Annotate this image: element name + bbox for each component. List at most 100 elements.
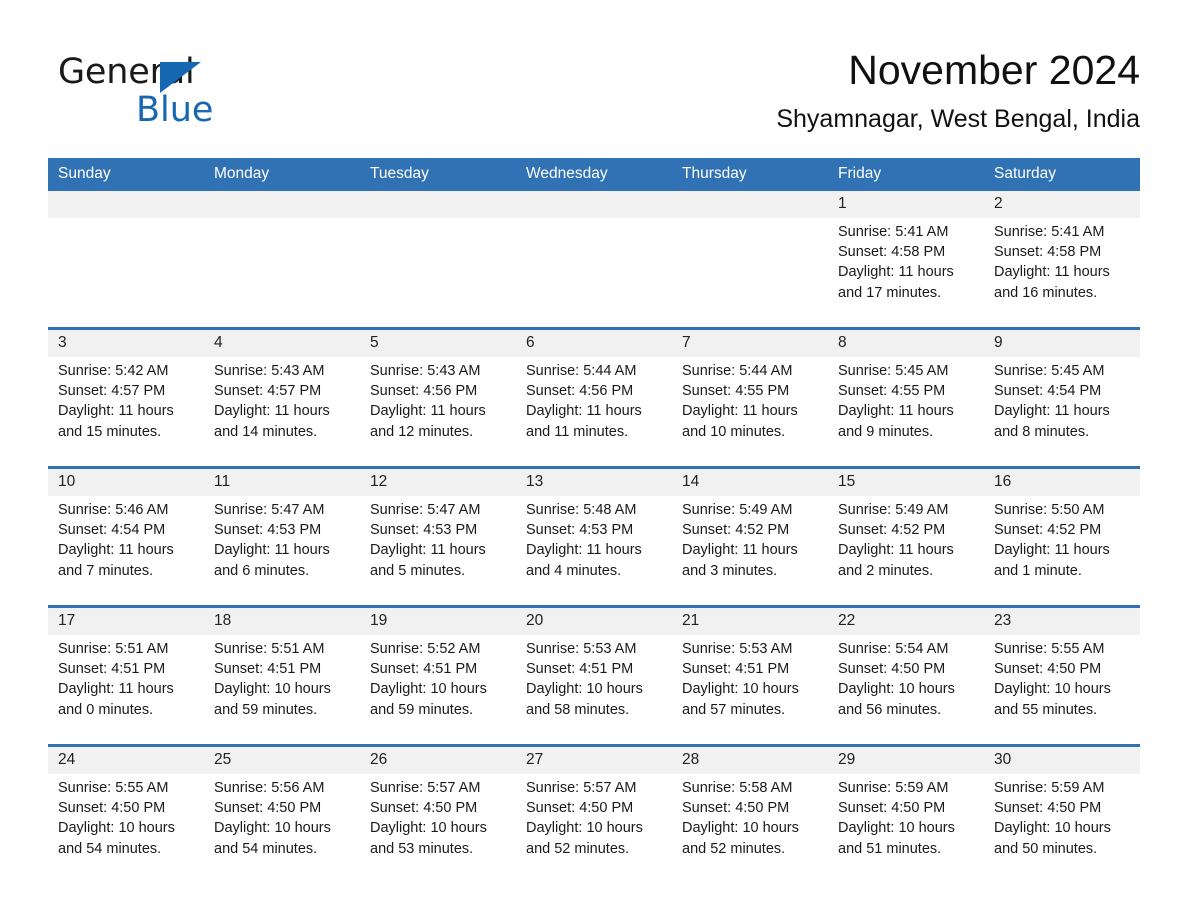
day-cell[interactable]: Sunrise: 5:48 AM Sunset: 4:53 PM Dayligh… [516, 496, 672, 608]
daylight-line-2: and 2 minutes. [838, 562, 934, 579]
day-cell[interactable]: Sunrise: 5:57 AM Sunset: 4:50 PM Dayligh… [516, 774, 672, 883]
daylight-line-2: and 4 minutes. [526, 562, 622, 579]
daylight-line-2: and 7 minutes. [58, 562, 154, 579]
sunrise-line: Sunrise: 5:43 AM [214, 363, 325, 379]
sunset-line: Sunset: 4:52 PM [994, 522, 1102, 539]
day-cell[interactable]: Sunrise: 5:53 AM Sunset: 4:51 PM Dayligh… [516, 635, 672, 747]
sunset-line: Sunset: 4:50 PM [526, 800, 634, 817]
day-cell[interactable]: Sunrise: 5:45 AM Sunset: 4:55 PM Dayligh… [828, 357, 984, 469]
day-number: 21 [672, 606, 828, 635]
day-cell[interactable]: Sunrise: 5:49 AM Sunset: 4:52 PM Dayligh… [672, 496, 828, 608]
day-cell[interactable]: Sunrise: 5:44 AM Sunset: 4:56 PM Dayligh… [516, 357, 672, 469]
day-cell[interactable]: Sunrise: 5:42 AM Sunset: 4:57 PM Dayligh… [48, 357, 204, 469]
day-cell[interactable]: Sunrise: 5:53 AM Sunset: 4:51 PM Dayligh… [672, 635, 828, 747]
sunset-line: Sunset: 4:51 PM [682, 661, 790, 678]
day-cell[interactable] [516, 218, 672, 330]
daylight-line-1: Daylight: 10 hours [58, 820, 175, 837]
sunset-line: Sunset: 4:54 PM [58, 522, 166, 539]
sunset-line: Sunset: 4:57 PM [58, 383, 166, 400]
sunrise-line: Sunrise: 5:45 AM [994, 363, 1105, 379]
daylight-line-1: Daylight: 11 hours [370, 542, 486, 559]
daylight-line-2: and 3 minutes. [682, 562, 778, 579]
day-number: 20 [516, 606, 672, 635]
sunrise-line: Sunrise: 5:59 AM [838, 780, 949, 796]
daylight-line-2: and 15 minutes. [58, 423, 162, 440]
sunrise-line: Sunrise: 5:58 AM [682, 780, 793, 796]
day-cell[interactable]: Sunrise: 5:50 AM Sunset: 4:52 PM Dayligh… [984, 496, 1140, 608]
sunset-line: Sunset: 4:51 PM [214, 661, 322, 678]
daylight-line-1: Daylight: 11 hours [370, 403, 486, 420]
sunrise-line: Sunrise: 5:50 AM [994, 502, 1105, 518]
calendar-table: Sunday Monday Tuesday Wednesday Thursday… [48, 158, 1140, 883]
daylight-line-2: and 11 minutes. [526, 423, 629, 440]
daylight-line-1: Daylight: 10 hours [994, 820, 1111, 837]
day-cell[interactable]: Sunrise: 5:54 AM Sunset: 4:50 PM Dayligh… [828, 635, 984, 747]
day-number: 12 [360, 467, 516, 496]
sunrise-line: Sunrise: 5:48 AM [526, 502, 637, 518]
daylight-line-2: and 59 minutes. [370, 701, 474, 718]
day-cell[interactable]: Sunrise: 5:41 AM Sunset: 4:58 PM Dayligh… [828, 218, 984, 330]
day-number [516, 191, 672, 218]
day-cell[interactable]: Sunrise: 5:49 AM Sunset: 4:52 PM Dayligh… [828, 496, 984, 608]
day-cell[interactable]: Sunrise: 5:47 AM Sunset: 4:53 PM Dayligh… [204, 496, 360, 608]
day-cell[interactable]: Sunrise: 5:55 AM Sunset: 4:50 PM Dayligh… [48, 774, 204, 883]
location-subtitle: Shyamnagar, West Bengal, India [776, 105, 1140, 133]
day-number: 23 [984, 606, 1140, 635]
daylight-line-1: Daylight: 10 hours [370, 681, 487, 698]
weekday-header-sunday: Sunday [48, 158, 204, 191]
sunrise-line: Sunrise: 5:43 AM [370, 363, 481, 379]
daylight-line-1: Daylight: 11 hours [994, 264, 1110, 281]
day-cell[interactable]: Sunrise: 5:46 AM Sunset: 4:54 PM Dayligh… [48, 496, 204, 608]
day-cell[interactable]: Sunrise: 5:57 AM Sunset: 4:50 PM Dayligh… [360, 774, 516, 883]
day-number: 13 [516, 467, 672, 496]
day-number [672, 191, 828, 218]
day-cell[interactable] [48, 218, 204, 330]
day-cell[interactable] [672, 218, 828, 330]
day-cell[interactable]: Sunrise: 5:58 AM Sunset: 4:50 PM Dayligh… [672, 774, 828, 883]
day-cell[interactable]: Sunrise: 5:43 AM Sunset: 4:57 PM Dayligh… [204, 357, 360, 469]
daylight-line-1: Daylight: 11 hours [58, 542, 174, 559]
day-cell[interactable]: Sunrise: 5:59 AM Sunset: 4:50 PM Dayligh… [984, 774, 1140, 883]
day-cell[interactable] [204, 218, 360, 330]
sunrise-line: Sunrise: 5:41 AM [838, 224, 949, 240]
day-number: 4 [204, 328, 360, 357]
daylight-line-1: Daylight: 10 hours [838, 820, 955, 837]
day-number: 29 [828, 745, 984, 774]
sunset-line: Sunset: 4:50 PM [994, 661, 1102, 678]
daylight-line-1: Daylight: 11 hours [526, 403, 642, 420]
weekday-header-saturday: Saturday [984, 158, 1140, 191]
day-cell[interactable]: Sunrise: 5:59 AM Sunset: 4:50 PM Dayligh… [828, 774, 984, 883]
day-cell[interactable]: Sunrise: 5:56 AM Sunset: 4:50 PM Dayligh… [204, 774, 360, 883]
day-cell[interactable]: Sunrise: 5:45 AM Sunset: 4:54 PM Dayligh… [984, 357, 1140, 469]
daylight-line-2: and 53 minutes. [370, 840, 474, 857]
daylight-line-2: and 56 minutes. [838, 701, 942, 718]
sunrise-line: Sunrise: 5:53 AM [526, 641, 637, 657]
day-cell[interactable]: Sunrise: 5:47 AM Sunset: 4:53 PM Dayligh… [360, 496, 516, 608]
sunset-line: Sunset: 4:53 PM [214, 522, 322, 539]
sunset-line: Sunset: 4:56 PM [370, 383, 478, 400]
day-cell[interactable]: Sunrise: 5:51 AM Sunset: 4:51 PM Dayligh… [204, 635, 360, 747]
sunset-line: Sunset: 4:50 PM [58, 800, 166, 817]
daylight-line-2: and 57 minutes. [682, 701, 786, 718]
weekday-header-row: Sunday Monday Tuesday Wednesday Thursday… [48, 158, 1140, 191]
day-cell[interactable]: Sunrise: 5:51 AM Sunset: 4:51 PM Dayligh… [48, 635, 204, 747]
day-cell[interactable] [360, 218, 516, 330]
day-number: 5 [360, 328, 516, 357]
daylight-line-2: and 50 minutes. [994, 840, 1098, 857]
day-number: 18 [204, 606, 360, 635]
daylight-line-1: Daylight: 10 hours [838, 681, 955, 698]
sunrise-line: Sunrise: 5:51 AM [58, 641, 169, 657]
sunset-line: Sunset: 4:50 PM [994, 800, 1102, 817]
logo-word-blue: Blue [136, 90, 214, 130]
day-cell[interactable]: Sunrise: 5:55 AM Sunset: 4:50 PM Dayligh… [984, 635, 1140, 747]
day-cell[interactable]: Sunrise: 5:44 AM Sunset: 4:55 PM Dayligh… [672, 357, 828, 469]
day-cell[interactable]: Sunrise: 5:43 AM Sunset: 4:56 PM Dayligh… [360, 357, 516, 469]
day-cell[interactable]: Sunrise: 5:41 AM Sunset: 4:58 PM Dayligh… [984, 218, 1140, 330]
day-number: 27 [516, 745, 672, 774]
generalblue-logo[interactable]: General Blue [58, 52, 338, 132]
day-cell[interactable]: Sunrise: 5:52 AM Sunset: 4:51 PM Dayligh… [360, 635, 516, 747]
sunrise-line: Sunrise: 5:59 AM [994, 780, 1105, 796]
sunrise-line: Sunrise: 5:55 AM [994, 641, 1105, 657]
calendar-page: General Blue November 2024 Shyamnagar, W… [0, 0, 1188, 918]
daylight-line-1: Daylight: 11 hours [838, 542, 954, 559]
